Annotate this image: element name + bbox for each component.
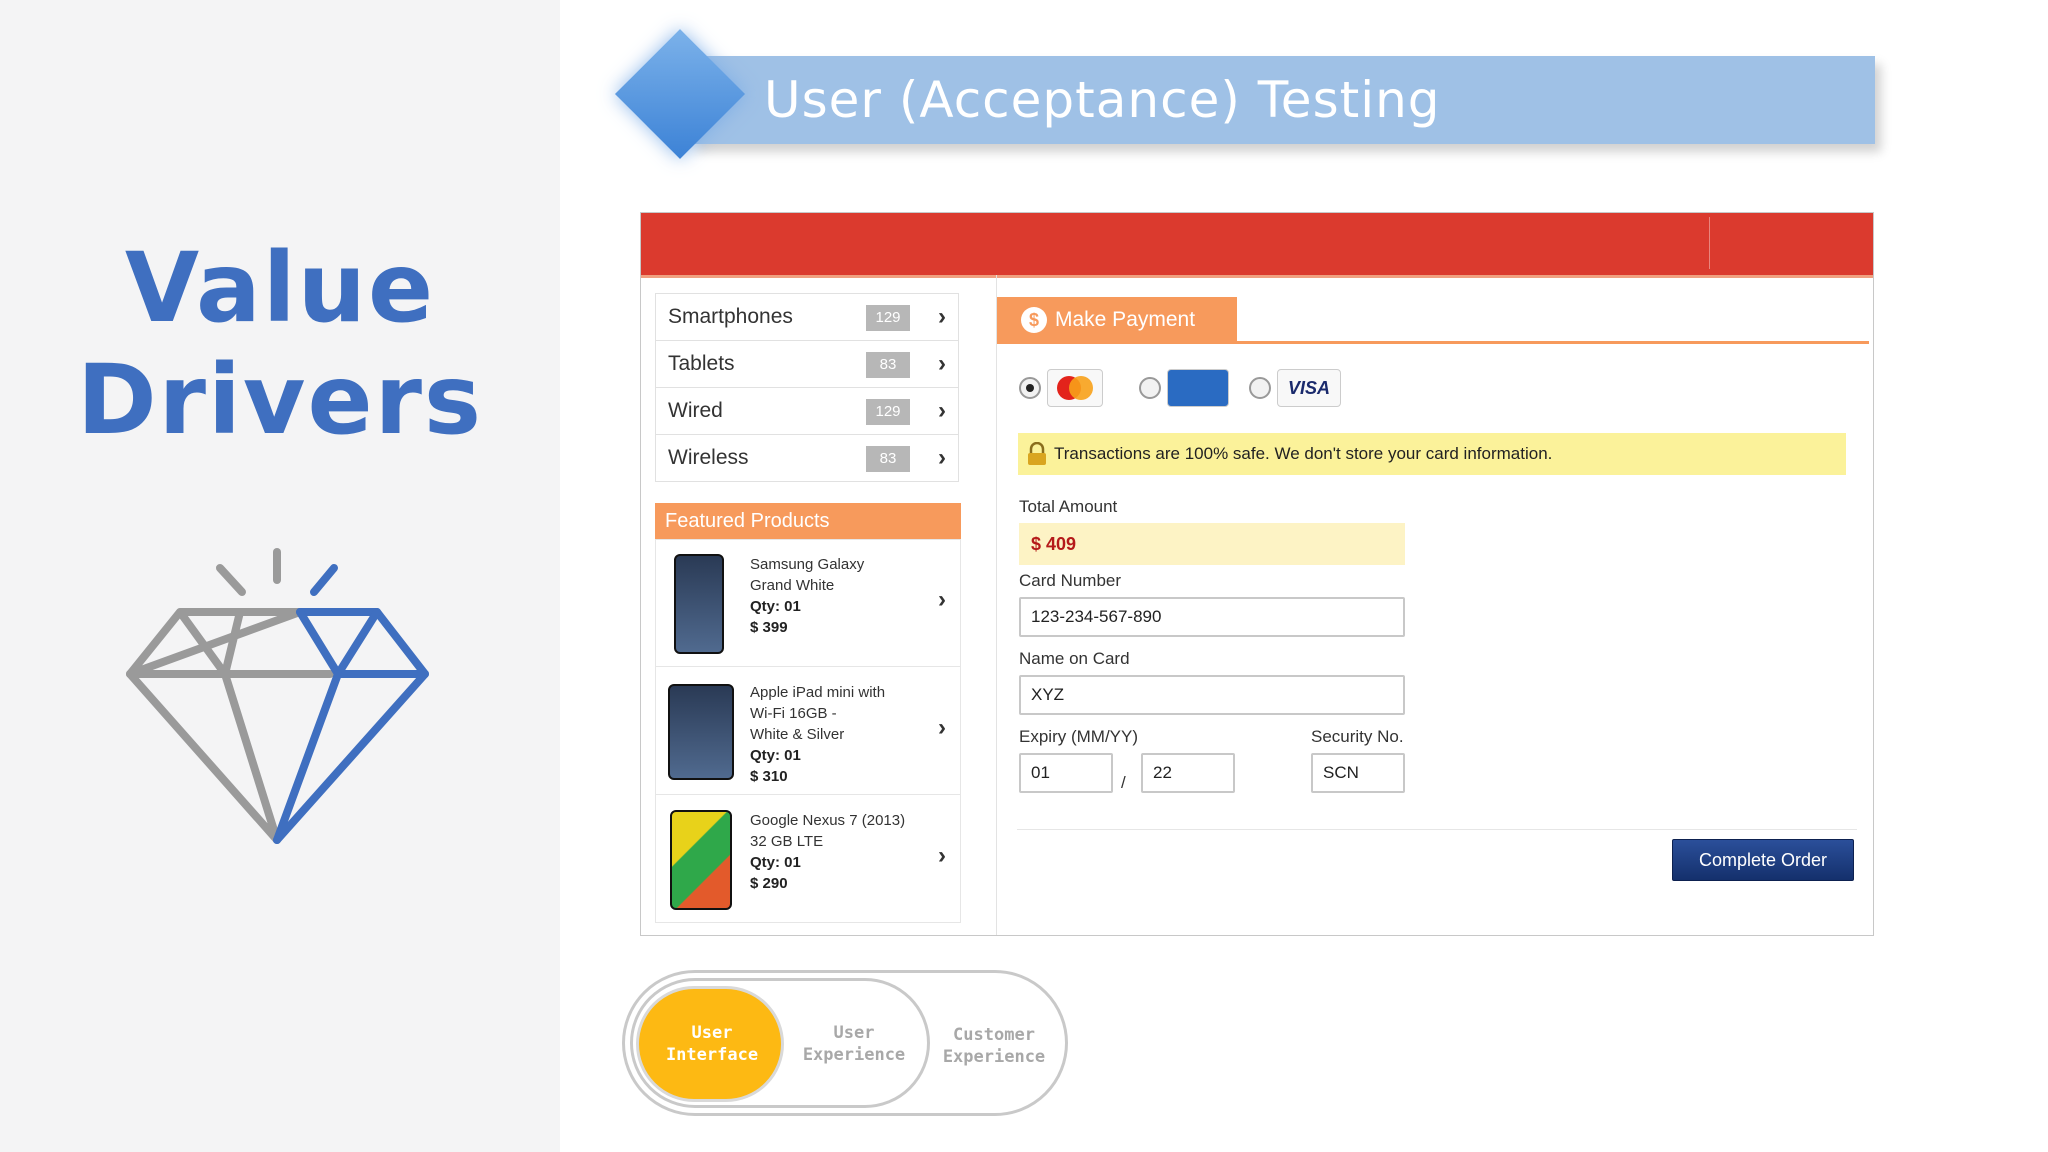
- tablet-thumbnail-icon: [668, 684, 734, 780]
- featured-product-item[interactable]: Google Nexus 7 (2013) 32 GB LTE Qty: 01 …: [656, 796, 960, 922]
- security-no-label: Security No.: [1311, 727, 1404, 746]
- product-name-line2: Grand White: [750, 577, 835, 594]
- card-number-label: Card Number: [1019, 571, 1122, 590]
- chevron-right-icon: ›: [938, 303, 946, 330]
- category-count-badge: 83: [866, 352, 910, 378]
- category-item-tablets[interactable]: Tablets 83 ›: [655, 340, 959, 387]
- chevron-right-icon: ›: [938, 714, 946, 741]
- expiry-month-field[interactable]: 01: [1019, 753, 1113, 793]
- toggle-option-line1: User: [691, 1023, 733, 1043]
- toggle-option-line2: Experience: [802, 1045, 906, 1065]
- amex-logo-icon: [1167, 369, 1229, 407]
- total-amount-label: Total Amount: [1019, 497, 1118, 516]
- category-count-badge: 129: [866, 305, 910, 331]
- product-qty: Qty: 01: [750, 747, 801, 764]
- toggle-option-line2: Interface: [665, 1045, 759, 1065]
- featured-products-list: Samsung Galaxy Grand White Qty: 01 $ 399…: [655, 539, 961, 923]
- section-title-line1: Value: [124, 232, 436, 344]
- product-name-line2: Wi-Fi 16GB -: [750, 705, 837, 722]
- chevron-right-icon: ›: [938, 586, 946, 613]
- payment-column-divider: [996, 275, 997, 935]
- toggle-option-user-interface[interactable]: User Interface: [642, 1022, 782, 1066]
- money-bag-icon: $: [1021, 307, 1047, 333]
- name-on-card-label: Name on Card: [1019, 649, 1130, 668]
- tablet-thumbnail-icon: [670, 810, 732, 910]
- product-name-line3: White & Silver: [750, 726, 845, 743]
- left-panel: Value Drivers: [0, 0, 560, 1152]
- header-divider: [1709, 217, 1710, 269]
- total-amount-value: $ 409: [1019, 523, 1405, 565]
- toggle-option-line1: Customer: [953, 1025, 1035, 1045]
- banner-title: User (Acceptance) Testing: [764, 71, 1441, 129]
- section-title-line2: Drivers: [76, 344, 484, 456]
- lock-icon: [1028, 442, 1046, 465]
- checkout-screenshot: Smartphones 129 › Tablets 83 › Wired 129…: [640, 212, 1874, 936]
- product-details: Google Nexus 7 (2013) 32 GB LTE Qty: 01 …: [750, 810, 905, 894]
- section-title: Value Drivers: [0, 232, 560, 456]
- product-name-line1: Apple iPad mini with: [750, 684, 886, 701]
- category-item-smartphones[interactable]: Smartphones 129 ›: [655, 293, 959, 340]
- category-item-wireless[interactable]: Wireless 83 ›: [655, 434, 959, 482]
- radio-visa[interactable]: [1249, 377, 1271, 399]
- toggle-option-user-experience[interactable]: User Experience: [784, 1022, 924, 1066]
- toggle-option-line2: Experience: [942, 1047, 1046, 1067]
- phone-thumbnail-icon: [674, 554, 724, 654]
- category-label: Wired: [668, 399, 723, 422]
- product-details: Samsung Galaxy Grand White Qty: 01 $ 399: [750, 554, 864, 638]
- chevron-right-icon: ›: [938, 842, 946, 869]
- diamond-icon: [126, 548, 429, 844]
- product-price: $ 290: [750, 875, 788, 892]
- category-list: Smartphones 129 › Tablets 83 › Wired 129…: [655, 293, 959, 482]
- product-qty: Qty: 01: [750, 598, 801, 615]
- mastercard-icon: [1057, 376, 1093, 400]
- security-notice-text: Transactions are 100% safe. We don't sto…: [1054, 444, 1553, 463]
- toggle-option-line1: User: [833, 1023, 875, 1043]
- chevron-right-icon: ›: [938, 397, 946, 424]
- product-details: Apple iPad mini with Wi-Fi 16GB - White …: [750, 682, 885, 787]
- visa-logo: VISA: [1277, 369, 1341, 407]
- product-name-line1: Samsung Galaxy: [750, 556, 865, 573]
- category-label: Wireless: [668, 446, 749, 469]
- product-price: $ 310: [750, 768, 788, 785]
- complete-order-button[interactable]: Complete Order: [1672, 839, 1854, 881]
- tab-underline: [997, 341, 1869, 344]
- radio-amex[interactable]: [1139, 377, 1161, 399]
- product-qty: Qty: 01: [750, 854, 801, 871]
- product-name-line2: 32 GB LTE: [750, 833, 824, 850]
- mastercard-logo-icon: [1047, 369, 1103, 407]
- form-divider: [1017, 829, 1857, 830]
- tab-make-payment[interactable]: $ Make Payment: [997, 297, 1237, 343]
- radio-mastercard[interactable]: [1019, 377, 1041, 399]
- chevron-right-icon: ›: [938, 350, 946, 377]
- product-name-line1: Google Nexus 7 (2013): [750, 812, 906, 829]
- toggle-option-customer-experience[interactable]: Customer Experience: [924, 1024, 1064, 1068]
- category-count-badge: 83: [866, 446, 910, 472]
- tab-label: Make Payment: [1055, 308, 1196, 331]
- expiry-label: Expiry (MM/YY): [1019, 727, 1138, 746]
- security-no-field[interactable]: SCN: [1311, 753, 1405, 793]
- name-on-card-field[interactable]: XYZ: [1019, 675, 1405, 715]
- app-header: [641, 213, 1873, 278]
- featured-product-item[interactable]: Samsung Galaxy Grand White Qty: 01 $ 399…: [656, 540, 960, 667]
- product-price: $ 399: [750, 619, 788, 636]
- featured-product-item[interactable]: Apple iPad mini with Wi-Fi 16GB - White …: [656, 668, 960, 795]
- category-label: Tablets: [668, 352, 735, 375]
- category-label: Smartphones: [668, 305, 793, 328]
- category-count-badge: 129: [866, 399, 910, 425]
- expiry-year-field[interactable]: 22: [1141, 753, 1235, 793]
- security-notice: Transactions are 100% safe. We don't sto…: [1018, 433, 1846, 475]
- ui-ux-cx-toggle[interactable]: User Interface User Experience Customer …: [622, 970, 1072, 1122]
- card-number-field[interactable]: 123-234-567-890: [1019, 597, 1405, 637]
- category-item-wired[interactable]: Wired 129 ›: [655, 387, 959, 434]
- chevron-right-icon: ›: [938, 444, 946, 471]
- featured-products-header: Featured Products: [655, 503, 961, 539]
- expiry-separator: /: [1121, 773, 1126, 792]
